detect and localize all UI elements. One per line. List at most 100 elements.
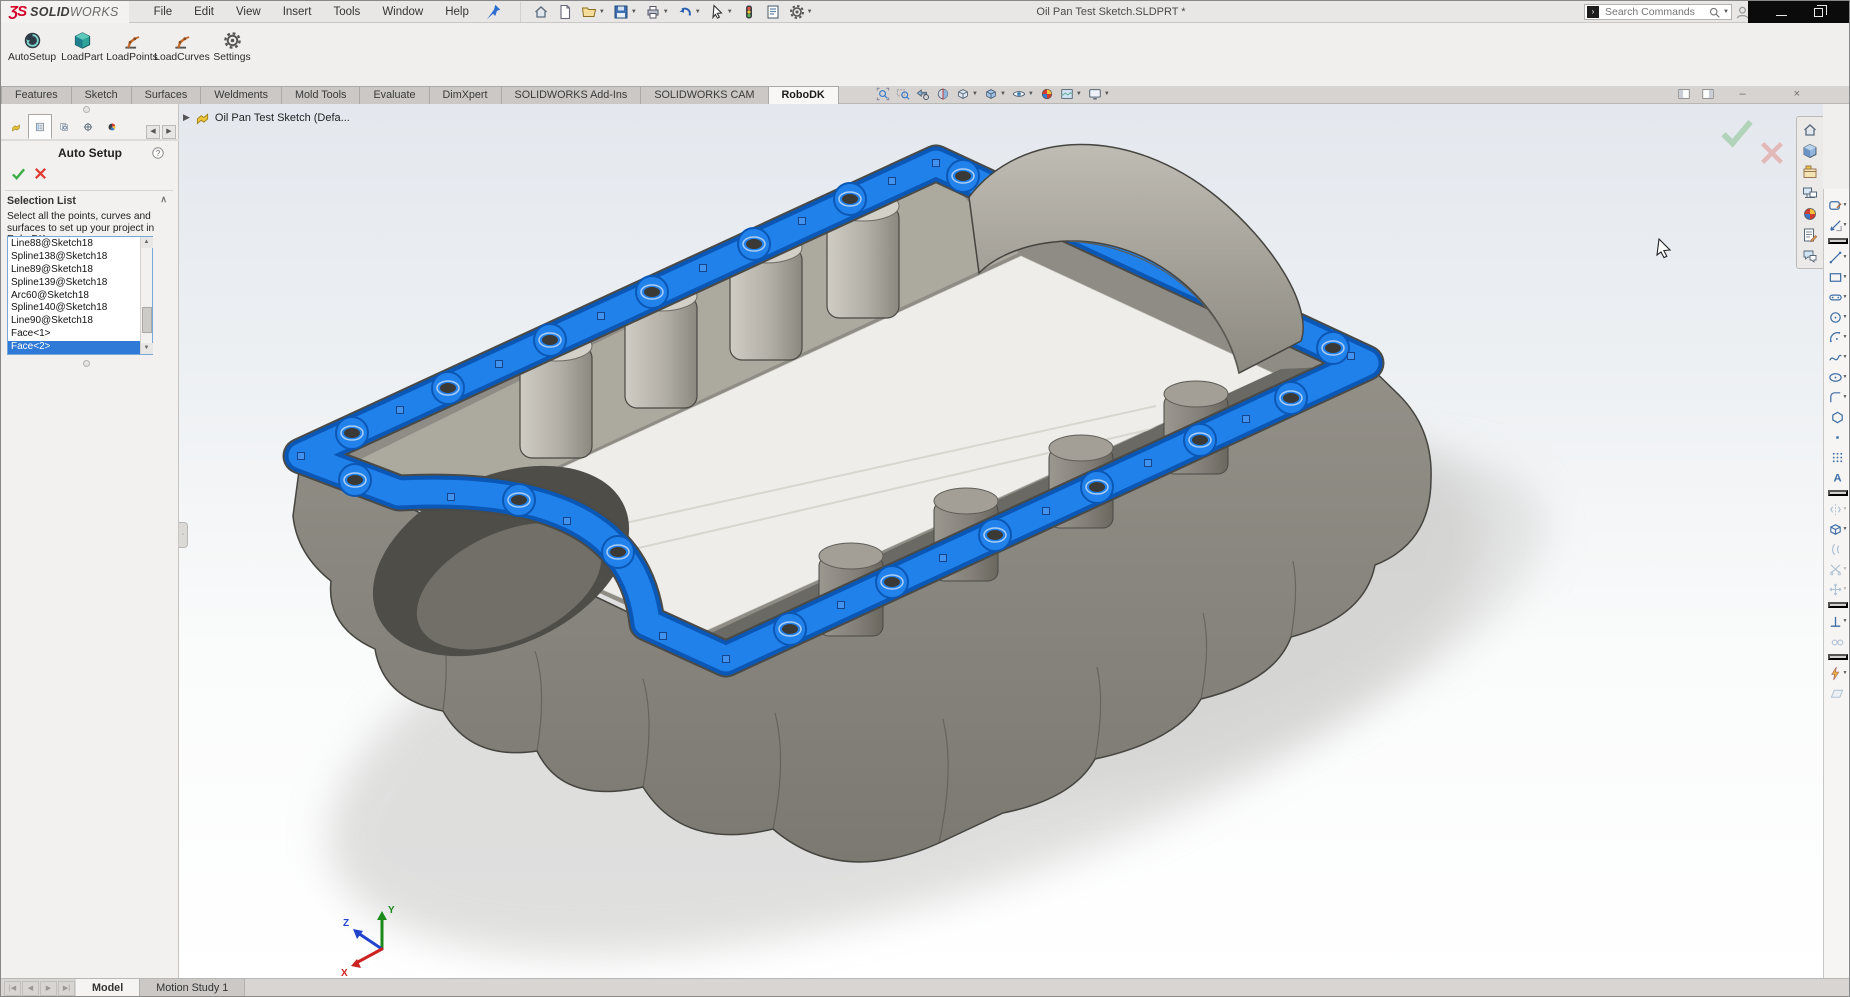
menu-edit[interactable]: Edit	[183, 3, 225, 21]
search-dropdown-icon[interactable]: ▼	[1723, 9, 1729, 15]
viewport-3d[interactable]: .bc{fill:#2282ec;stroke:#0b57b5;stroke-w…	[179, 104, 1823, 978]
tab-solidworks-cam[interactable]: SOLIDWORKS CAM	[640, 86, 768, 104]
file-properties-button[interactable]	[762, 2, 784, 22]
tree-root-label[interactable]: Oil Pan Test Sketch (Defa...	[215, 112, 350, 124]
home-button[interactable]	[530, 2, 552, 22]
scroll-down-button[interactable]: ▼	[141, 343, 153, 354]
minimize-button[interactable]	[1773, 7, 1790, 18]
configuration-manager-tab[interactable]	[52, 114, 76, 139]
line-button[interactable]: ▼	[1825, 248, 1850, 266]
panel-tabs-scroll-left-button[interactable]: ◀	[146, 125, 160, 139]
load-part-button[interactable]: LoadPart	[57, 29, 107, 65]
panel-resize-grip-bottom[interactable]	[83, 360, 90, 367]
doc-restore-button[interactable]	[1751, 87, 1775, 101]
help-icon[interactable]	[151, 146, 165, 160]
tree-expander-icon[interactable]: ▶	[183, 112, 190, 123]
tab-motion-study-1[interactable]: Motion Study 1	[140, 979, 245, 997]
section-view-button[interactable]	[933, 87, 953, 101]
custom-properties-tab[interactable]	[1797, 224, 1822, 245]
sketch-picture-button[interactable]	[1825, 684, 1850, 702]
scroll-up-button[interactable]: ▲	[141, 237, 153, 248]
list-item-spline140-sketch18[interactable]: Spline140@Sketch18	[8, 302, 140, 315]
offset-entities-button[interactable]	[1825, 540, 1850, 558]
tab-surfaces[interactable]: Surfaces	[131, 86, 202, 104]
tab-weldments[interactable]: Weldments	[200, 86, 282, 104]
options-button[interactable]: ▼	[786, 2, 816, 22]
show-right-pane-button[interactable]	[1696, 87, 1720, 101]
corner-rectangle-button[interactable]: ▼	[1825, 268, 1850, 286]
tab-mold-tools[interactable]: Mold Tools	[281, 86, 360, 104]
auto-setup-button[interactable]: AutoSetup	[7, 29, 57, 65]
panel-splitter-handle[interactable]: ◦	[179, 522, 188, 548]
tab-model[interactable]: Model	[76, 979, 140, 997]
zoom-to-fit-button[interactable]	[873, 87, 893, 101]
list-item-spline139-sketch18[interactable]: Spline139@Sketch18	[8, 277, 140, 290]
list-item-line88-sketch18[interactable]: Line88@Sketch18	[8, 238, 140, 251]
panel-resize-grip-top[interactable]	[83, 106, 90, 113]
dimxpert-manager-tab[interactable]	[76, 114, 100, 139]
list-item-line89-sketch18[interactable]: Line89@Sketch18	[8, 264, 140, 277]
feature-tree-root[interactable]: ▶ Oil Pan Test Sketch (Defa...	[183, 110, 350, 125]
ellipse-button[interactable]: ▼	[1825, 368, 1850, 386]
tab-solidworks-add-ins[interactable]: SOLIDWORKS Add-Ins	[501, 86, 642, 104]
circle-button[interactable]: ▼	[1825, 308, 1850, 326]
menu-window[interactable]: Window	[371, 3, 434, 21]
sketch-fillet-button[interactable]: ▼	[1825, 388, 1850, 406]
view-orientation-button[interactable]: ▼	[953, 87, 981, 101]
mirror-entities-button[interactable]: ▼	[1825, 500, 1850, 518]
menu-help[interactable]: Help	[434, 3, 480, 21]
load-curves-button[interactable]: LoadCurves	[157, 29, 207, 65]
centerpoint-arc-button[interactable]: ▼	[1825, 328, 1850, 346]
home-taskpane-tab[interactable]	[1797, 119, 1822, 140]
list-item-arc60-sketch18[interactable]: Arc60@Sketch18	[8, 290, 140, 303]
smart-dimension-button[interactable]: ▼	[1825, 216, 1850, 234]
feature-manager-tab[interactable]	[4, 114, 28, 139]
selection-listbox[interactable]: Line88@Sketch18Spline138@Sketch18Line89@…	[7, 236, 153, 355]
tab-evaluate[interactable]: Evaluate	[359, 86, 429, 104]
tab-sketch[interactable]: Sketch	[71, 86, 132, 104]
move-entities-button[interactable]: ▼	[1825, 580, 1850, 598]
zoom-to-area-button[interactable]	[893, 87, 913, 101]
menu-tools[interactable]: Tools	[322, 3, 371, 21]
previous-view-button[interactable]	[913, 87, 933, 101]
file-explorer-tab[interactable]	[1797, 182, 1822, 203]
panel-tabs-scroll-right-button[interactable]: ▶	[162, 125, 176, 139]
nav-next-button[interactable]: ▶	[40, 981, 57, 996]
quick-snaps-button[interactable]: ▼	[1825, 664, 1850, 682]
nav-prev-button[interactable]: ◀	[22, 981, 39, 996]
display-style-button[interactable]: ▼	[981, 87, 1009, 101]
point-button[interactable]	[1825, 428, 1850, 446]
scrollbar-track[interactable]	[141, 248, 153, 343]
menu-insert[interactable]: Insert	[272, 3, 323, 21]
listbox-scrollbar[interactable]: ▲ ▼	[140, 237, 152, 354]
straight-slot-button[interactable]: ▼	[1825, 288, 1850, 306]
menu-view[interactable]: View	[225, 3, 272, 21]
menu-file[interactable]: File	[143, 3, 184, 21]
apply-scene-button[interactable]: ▼	[1057, 87, 1085, 101]
edit-appearance-button[interactable]	[1037, 87, 1057, 101]
confirmation-cancel-button[interactable]	[1757, 138, 1787, 168]
search-commands-box[interactable]: › ▼	[1584, 4, 1732, 20]
nav-last-button[interactable]: ▶|	[58, 981, 75, 996]
select-button[interactable]: ▼	[706, 2, 736, 22]
tab-features[interactable]: Features	[1, 86, 72, 104]
list-item-spline138-sketch18[interactable]: Spline138@Sketch18	[8, 251, 140, 264]
scrollbar-thumb[interactable]	[142, 307, 152, 333]
confirmation-accept-button[interactable]	[1719, 114, 1755, 150]
polygon-button[interactable]	[1825, 408, 1850, 426]
solidworks-resources-tab[interactable]	[1797, 140, 1822, 161]
sketch-button[interactable]: ▼	[1825, 196, 1850, 214]
trim-entities-button[interactable]: ▼	[1825, 560, 1850, 578]
add-relation-button[interactable]: ▼	[1825, 612, 1850, 630]
nav-first-button[interactable]: |◀	[4, 981, 21, 996]
list-item-face-1-[interactable]: Face<1>	[8, 328, 140, 341]
save-button[interactable]: ▼	[610, 2, 640, 22]
pin-toolbar-icon[interactable]	[484, 3, 502, 21]
print-button[interactable]: ▼	[642, 2, 672, 22]
collapse-section-icon[interactable]: ∧	[160, 194, 167, 205]
search-commands-input[interactable]	[1603, 5, 1708, 19]
design-library-tab[interactable]	[1797, 161, 1822, 182]
tab-dimxpert[interactable]: DimXpert	[429, 86, 502, 104]
tab-robodk[interactable]: RoboDK	[768, 86, 839, 104]
load-points-button[interactable]: LoadPoints	[107, 29, 157, 65]
